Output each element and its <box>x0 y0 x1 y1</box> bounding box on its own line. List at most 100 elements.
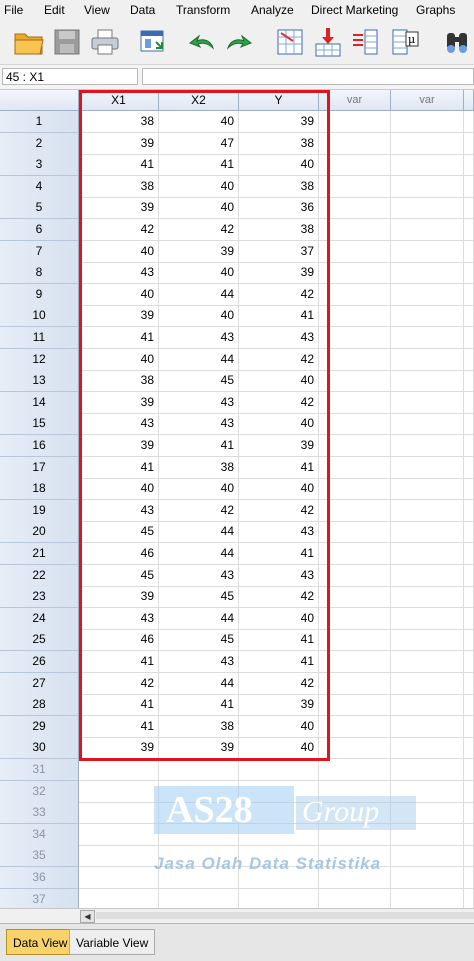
data-cell-y[interactable]: 41 <box>239 305 319 328</box>
empty-cell[interactable] <box>464 823 474 846</box>
empty-cell[interactable] <box>159 845 239 868</box>
data-cell-y[interactable]: 38 <box>239 175 319 198</box>
empty-cell[interactable] <box>391 413 464 436</box>
data-cell-x1[interactable]: 39 <box>79 391 159 414</box>
data-cell-y[interactable]: 39 <box>239 111 319 134</box>
empty-cell[interactable] <box>391 348 464 371</box>
tab-variable-view[interactable]: Variable View <box>69 929 156 955</box>
data-cell-x1[interactable]: 43 <box>79 413 159 436</box>
row-header[interactable]: 27 <box>0 672 79 695</box>
row-header[interactable]: 13 <box>0 370 79 393</box>
empty-cell[interactable] <box>464 240 474 263</box>
empty-cell[interactable] <box>319 715 391 738</box>
data-cell-y[interactable]: 40 <box>239 413 319 436</box>
data-cell-y[interactable]: 40 <box>239 607 319 630</box>
menu-transform[interactable]: Transform <box>176 3 230 17</box>
row-header[interactable]: 15 <box>0 413 79 436</box>
empty-cell[interactable] <box>159 867 239 890</box>
empty-cell[interactable] <box>239 888 319 908</box>
empty-cell[interactable] <box>319 391 391 414</box>
data-cell-y[interactable]: 39 <box>239 694 319 717</box>
data-cell-x1[interactable]: 42 <box>79 672 159 695</box>
empty-cell[interactable] <box>391 499 464 522</box>
menu-analyze[interactable]: Analyze <box>251 3 294 17</box>
data-cell-x2[interactable]: 44 <box>159 607 239 630</box>
data-cell-x2[interactable]: 43 <box>159 564 239 587</box>
redo-icon[interactable] <box>222 26 256 58</box>
empty-cell[interactable] <box>391 586 464 609</box>
empty-cell[interactable] <box>319 586 391 609</box>
empty-cell[interactable] <box>319 694 391 717</box>
empty-cell[interactable] <box>391 888 464 908</box>
empty-cell[interactable] <box>319 737 391 760</box>
recall-dialog-icon[interactable] <box>136 26 170 58</box>
data-cell-x1[interactable]: 39 <box>79 737 159 760</box>
row-header[interactable]: 33 <box>0 802 79 825</box>
column-header-x2[interactable]: X2 <box>159 90 239 111</box>
grid-corner[interactable] <box>0 90 79 111</box>
empty-cell[interactable] <box>391 219 464 242</box>
empty-cell[interactable] <box>391 370 464 393</box>
row-header[interactable]: 28 <box>0 694 79 717</box>
empty-cell[interactable] <box>159 802 239 825</box>
empty-cell[interactable] <box>464 737 474 760</box>
data-cell-x1[interactable]: 41 <box>79 694 159 717</box>
empty-cell[interactable] <box>391 629 464 652</box>
data-cell-x2[interactable]: 39 <box>159 240 239 263</box>
data-cell-x1[interactable]: 43 <box>79 262 159 285</box>
empty-cell[interactable] <box>464 283 474 306</box>
column-header-y[interactable]: Y <box>239 90 319 111</box>
empty-cell[interactable] <box>319 283 391 306</box>
empty-cell[interactable] <box>391 283 464 306</box>
data-cell-y[interactable]: 40 <box>239 370 319 393</box>
empty-cell[interactable] <box>464 370 474 393</box>
empty-cell[interactable] <box>391 262 464 285</box>
data-cell-x2[interactable]: 44 <box>159 348 239 371</box>
empty-cell[interactable] <box>391 867 464 890</box>
empty-cell[interactable] <box>464 888 474 908</box>
row-header[interactable]: 10 <box>0 305 79 328</box>
column-header-x1[interactable]: X1 <box>79 90 159 111</box>
empty-cell[interactable] <box>319 327 391 350</box>
data-cell-x1[interactable]: 41 <box>79 154 159 177</box>
empty-cell[interactable] <box>464 154 474 177</box>
data-cell-x2[interactable]: 40 <box>159 197 239 220</box>
empty-cell[interactable] <box>319 629 391 652</box>
data-cell-x2[interactable]: 43 <box>159 327 239 350</box>
empty-cell[interactable] <box>464 413 474 436</box>
row-header[interactable]: 37 <box>0 888 79 908</box>
data-cell-x1[interactable]: 42 <box>79 219 159 242</box>
data-cell-y[interactable]: 42 <box>239 672 319 695</box>
empty-cell[interactable] <box>319 197 391 220</box>
print-icon[interactable] <box>88 26 122 58</box>
empty-cell[interactable] <box>79 759 159 782</box>
empty-cell[interactable] <box>464 305 474 328</box>
menu-file[interactable]: File <box>4 3 23 17</box>
empty-cell[interactable] <box>391 240 464 263</box>
empty-cell[interactable] <box>319 802 391 825</box>
data-cell-x1[interactable]: 46 <box>79 629 159 652</box>
empty-cell[interactable] <box>79 780 159 803</box>
empty-cell[interactable] <box>319 413 391 436</box>
horizontal-scrollbar[interactable]: ◀ <box>0 908 474 923</box>
data-cell-y[interactable]: 39 <box>239 262 319 285</box>
row-header[interactable]: 14 <box>0 391 79 414</box>
row-header[interactable]: 26 <box>0 651 79 674</box>
row-header[interactable]: 32 <box>0 780 79 803</box>
row-header[interactable]: 6 <box>0 219 79 242</box>
data-cell-x2[interactable]: 39 <box>159 737 239 760</box>
empty-cell[interactable] <box>79 823 159 846</box>
data-cell-x2[interactable]: 41 <box>159 154 239 177</box>
empty-cell[interactable] <box>79 867 159 890</box>
empty-cell[interactable] <box>391 845 464 868</box>
column-header-var[interactable]: var <box>391 90 464 111</box>
empty-cell[interactable] <box>159 823 239 846</box>
empty-cell[interactable] <box>464 629 474 652</box>
data-cell-y[interactable]: 41 <box>239 651 319 674</box>
empty-cell[interactable] <box>391 521 464 544</box>
empty-cell[interactable] <box>79 888 159 908</box>
empty-cell[interactable] <box>319 867 391 890</box>
empty-cell[interactable] <box>464 435 474 458</box>
data-cell-y[interactable]: 43 <box>239 327 319 350</box>
empty-cell[interactable] <box>391 391 464 414</box>
